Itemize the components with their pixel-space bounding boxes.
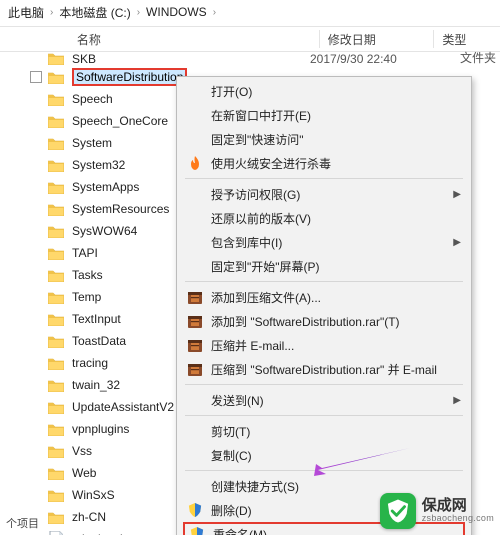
breadcrumb[interactable]: 此电脑 › 本地磁盘 (C:) › WINDOWS › (0, 0, 500, 22)
shield-icon (187, 527, 207, 535)
ctx-grant-access[interactable]: 授予访问权限(G)▶ (177, 182, 471, 206)
folder-icon (48, 179, 64, 195)
ctx-send-to[interactable]: 发送到(N)▶ (177, 388, 471, 412)
folder-icon (48, 377, 64, 393)
archive-icon (185, 314, 205, 328)
chevron-right-icon: › (209, 7, 220, 18)
list-column-header[interactable]: 名称 修改日期 类型 (0, 26, 500, 52)
archive-icon (185, 290, 205, 304)
context-menu: 打开(O) 在新窗口中打开(E) 固定到"快速访问" 使用火绒安全进行杀毒 授予… (176, 76, 472, 535)
column-name[interactable]: 名称 (29, 31, 319, 48)
watermark-url: zsbaocheng.com (422, 514, 494, 523)
shield-icon (185, 503, 205, 517)
folder-icon (48, 355, 64, 371)
chevron-right-icon: ▶ (453, 189, 461, 200)
ctx-pin-start[interactable]: 固定到"开始"屏幕(P) (177, 254, 471, 278)
ctx-cut[interactable]: 剪切(T) (177, 419, 471, 443)
folder-icon (48, 201, 64, 217)
separator (185, 281, 463, 282)
folder-icon (48, 223, 64, 239)
folder-icon (48, 333, 64, 349)
ctx-huorong-scan[interactable]: 使用火绒安全进行杀毒 (177, 151, 471, 175)
folder-icon (48, 399, 64, 415)
archive-icon (185, 362, 205, 376)
archive-icon (185, 338, 205, 352)
ctx-open[interactable]: 打开(O) (177, 79, 471, 103)
separator (185, 470, 463, 471)
ctx-open-new-window[interactable]: 在新窗口中打开(E) (177, 103, 471, 127)
ctx-copy[interactable]: 复制(C) (177, 443, 471, 467)
ctx-rar-add-named[interactable]: 添加到 "SoftwareDistribution.rar"(T) (177, 309, 471, 333)
ctx-include-library[interactable]: 包含到库中(I)▶ (177, 230, 471, 254)
folder-icon (48, 113, 64, 129)
ctx-restore-previous[interactable]: 还原以前的版本(V) (177, 206, 471, 230)
folder-icon (48, 69, 64, 85)
folder-icon (48, 421, 64, 437)
folder-icon (48, 443, 64, 459)
separator (185, 178, 463, 179)
ctx-rar-email[interactable]: 压缩并 E-mail... (177, 333, 471, 357)
crumb-this-pc[interactable]: 此电脑 (8, 4, 44, 21)
status-bar: 个项目 (6, 515, 39, 531)
folder-icon (48, 311, 64, 327)
folder-icon (48, 245, 64, 261)
watermark: 保成网 zsbaocheng.com (380, 493, 494, 529)
folder-icon (48, 289, 64, 305)
folder-icon (48, 135, 64, 151)
separator (185, 384, 463, 385)
crumb-drive-c[interactable]: 本地磁盘 (C:) (59, 4, 130, 21)
file-icon (48, 531, 64, 535)
chevron-right-icon: ▶ (453, 395, 461, 406)
file-name: SoftwareDistribution (76, 70, 183, 84)
ctx-pin-quick-access[interactable]: 固定到"快速访问" (177, 127, 471, 151)
ctx-rar-email-named[interactable]: 压缩到 "SoftwareDistribution.rar" 并 E-mail (177, 357, 471, 381)
crumb-windows[interactable]: WINDOWS (146, 5, 207, 19)
folder-icon (48, 509, 64, 525)
folder-icon (48, 267, 64, 283)
column-type[interactable]: 类型 (442, 31, 500, 48)
folder-icon (48, 50, 64, 66)
file-type: 文件夹 (460, 49, 500, 66)
file-name: SKB (72, 52, 310, 66)
chevron-right-icon: › (133, 7, 144, 18)
chevron-right-icon: ▶ (453, 237, 461, 248)
ctx-rar-add[interactable]: 添加到压缩文件(A)... (177, 285, 471, 309)
file-date: 2017/9/30 22:40 (310, 52, 460, 66)
folder-icon (48, 91, 64, 107)
list-item[interactable]: SKB 2017/9/30 22:40 文件夹 (0, 52, 500, 66)
column-date[interactable]: 修改日期 (328, 31, 434, 48)
watermark-title: 保成网 (422, 498, 494, 514)
chevron-right-icon: › (46, 7, 57, 18)
flame-icon (185, 156, 205, 170)
folder-icon (48, 157, 64, 173)
row-checkbox[interactable] (30, 71, 42, 83)
separator (185, 415, 463, 416)
folder-icon (48, 487, 64, 503)
folder-icon (48, 465, 64, 481)
watermark-logo-icon (380, 493, 416, 529)
